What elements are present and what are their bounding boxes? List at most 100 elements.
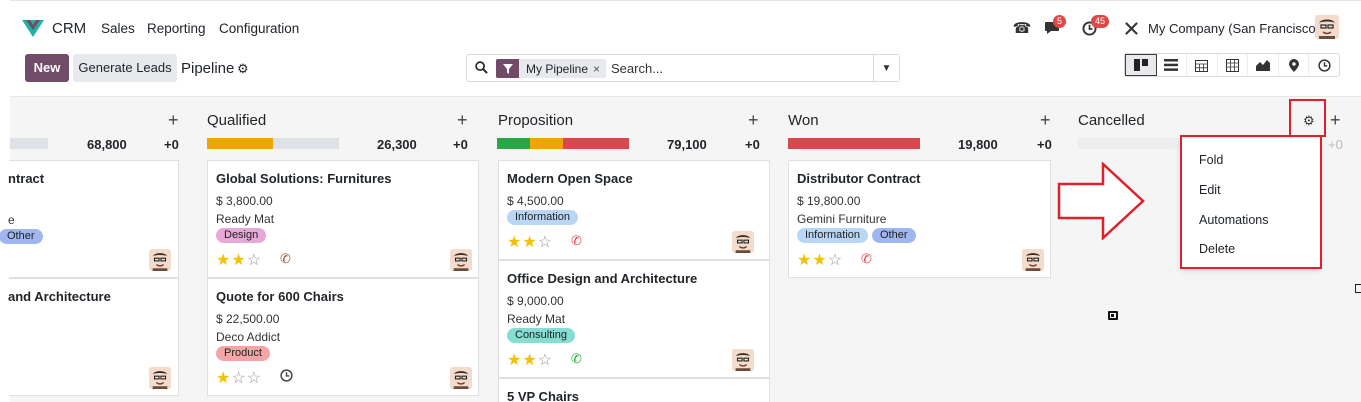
- column-title[interactable]: Proposition: [498, 112, 573, 129]
- view-switcher: [1124, 53, 1340, 77]
- user-avatar[interactable]: [1315, 15, 1339, 39]
- phone-activity-icon[interactable]: ✆: [861, 251, 872, 267]
- lead-card[interactable]: ntract e Other: [0, 160, 179, 278]
- lead-card[interactable]: and Architecture: [8, 278, 179, 396]
- phone-activity-icon[interactable]: ✆: [571, 351, 582, 367]
- new-button[interactable]: New: [25, 54, 69, 82]
- card-title: and Architecture: [8, 289, 111, 304]
- pivot-view-icon[interactable]: [1218, 54, 1249, 76]
- menu-sales[interactable]: Sales: [101, 21, 135, 36]
- add-card-icon[interactable]: +: [457, 110, 468, 131]
- search-icon[interactable]: [475, 61, 488, 77]
- salesperson-avatar[interactable]: [450, 249, 472, 271]
- tools-icon[interactable]: [1121, 18, 1141, 38]
- salesperson-avatar[interactable]: [149, 249, 171, 271]
- card-amount: $ 19,800.00: [797, 194, 861, 208]
- salesperson-avatar[interactable]: [1022, 249, 1044, 271]
- graph-view-icon[interactable]: [1248, 54, 1279, 76]
- highlight-box-menu: [1180, 135, 1322, 269]
- lead-card[interactable]: Office Design and Architecture $ 9,000.0…: [498, 260, 770, 378]
- column-progress-bar[interactable]: [788, 138, 920, 149]
- gear-icon[interactable]: ⚙: [237, 61, 249, 77]
- column-total: 19,800: [958, 137, 998, 152]
- tag-product: Product: [216, 346, 270, 361]
- lead-card[interactable]: 5 VP Chairs: [498, 378, 770, 402]
- app-name[interactable]: CRM: [52, 20, 86, 37]
- card-title: Modern Open Space: [507, 171, 633, 186]
- priority-stars[interactable]: ★☆☆: [216, 368, 262, 388]
- remove-filter-icon[interactable]: ×: [593, 62, 606, 76]
- company-switcher[interactable]: My Company (San Francisco): [1148, 21, 1320, 36]
- activities-badge: 45: [1091, 15, 1110, 28]
- column-increase: +0: [1328, 137, 1343, 152]
- add-card-icon[interactable]: +: [1330, 110, 1341, 131]
- map-view-icon[interactable]: [1279, 54, 1310, 76]
- tag-other: Other: [872, 228, 916, 243]
- tag-design: Design: [216, 228, 267, 243]
- card-title: 5 VP Chairs: [507, 389, 580, 402]
- edge-bracket-icon: [1355, 284, 1361, 293]
- list-view-icon[interactable]: [1157, 54, 1188, 76]
- top-navbar: CRM Sales Reporting Configuration ☎ 5 45…: [10, 0, 1361, 46]
- phone-icon[interactable]: ☎: [1012, 18, 1032, 38]
- column-progress-bar[interactable]: [207, 138, 339, 149]
- card-partner: e: [8, 213, 15, 227]
- card-title: ntract: [8, 171, 45, 186]
- highlight-box-gear: [1289, 99, 1326, 137]
- column-total: 79,100: [667, 137, 707, 152]
- column-increase: +0: [453, 137, 468, 152]
- column-increase: +0: [745, 137, 760, 152]
- salesperson-avatar[interactable]: [732, 349, 754, 371]
- card-title: Global Solutions: Furnitures: [216, 171, 392, 186]
- kanban-column-new: + 68,800 +0 ntract e Other and Architect…: [0, 97, 190, 402]
- tag-information: Information: [797, 228, 869, 243]
- card-partner: Ready Mat: [216, 212, 275, 226]
- card-title: Office Design and Architecture: [507, 271, 698, 286]
- filter-icon: [496, 59, 519, 78]
- card-title: Quote for 600 Chairs: [216, 289, 344, 304]
- add-card-icon[interactable]: +: [748, 110, 759, 131]
- salesperson-avatar[interactable]: [149, 367, 171, 389]
- lead-card[interactable]: Global Solutions: Furnitures $ 3,800.00 …: [207, 160, 479, 278]
- column-title[interactable]: Cancelled: [1078, 112, 1145, 129]
- menu-reporting[interactable]: Reporting: [147, 21, 206, 36]
- column-total: 68,800: [87, 137, 127, 152]
- add-card-icon[interactable]: +: [1040, 110, 1051, 131]
- lead-card[interactable]: Quote for 600 Chairs $ 22,500.00 Deco Ad…: [207, 278, 479, 396]
- kanban-board: + 68,800 +0 ntract e Other and Architect…: [0, 96, 1361, 402]
- priority-stars[interactable]: ★★☆: [216, 250, 262, 270]
- chevron-down-icon[interactable]: ▼: [873, 55, 899, 81]
- generate-leads-button[interactable]: Generate Leads: [73, 54, 177, 82]
- column-total: 26,300: [377, 137, 417, 152]
- search-input[interactable]: [611, 59, 871, 78]
- salesperson-avatar[interactable]: [732, 231, 754, 253]
- lead-card[interactable]: Distributor Contract $ 19,800.00 Gemini …: [788, 160, 1051, 278]
- phone-activity-icon[interactable]: ✆: [571, 233, 582, 249]
- page-title: Pipeline: [181, 60, 235, 77]
- phone-activity-icon[interactable]: ✆: [280, 251, 291, 267]
- crm-logo-icon[interactable]: [21, 17, 45, 39]
- column-title[interactable]: Qualified: [207, 112, 266, 129]
- activity-view-icon[interactable]: [1309, 54, 1339, 76]
- column-increase: +0: [164, 137, 179, 152]
- priority-stars[interactable]: ★★☆: [507, 350, 553, 370]
- calendar-view-icon[interactable]: [1187, 54, 1218, 76]
- column-progress-bar[interactable]: [497, 138, 629, 149]
- priority-stars[interactable]: ★★☆: [507, 232, 553, 252]
- menu-configuration[interactable]: Configuration: [219, 21, 299, 36]
- tag-consulting: Consulting: [507, 328, 575, 343]
- filter-facet-label: My Pipeline: [526, 61, 589, 76]
- lead-card[interactable]: Modern Open Space $ 4,500.00 Information…: [498, 160, 770, 260]
- clock-activity-icon[interactable]: [280, 369, 293, 385]
- card-amount: $ 4,500.00: [507, 194, 564, 208]
- kanban-view-icon[interactable]: [1125, 54, 1157, 76]
- column-progress-bar[interactable]: [10, 138, 48, 149]
- priority-stars[interactable]: ★★☆: [797, 250, 843, 270]
- tag-information: Information: [507, 210, 579, 225]
- add-card-icon[interactable]: +: [168, 110, 179, 131]
- tag-other: Other: [0, 229, 43, 244]
- card-amount: $ 9,000.00: [507, 294, 564, 308]
- salesperson-avatar[interactable]: [450, 367, 472, 389]
- filter-facet[interactable]: My Pipeline ×: [496, 59, 607, 78]
- column-title[interactable]: Won: [788, 112, 819, 129]
